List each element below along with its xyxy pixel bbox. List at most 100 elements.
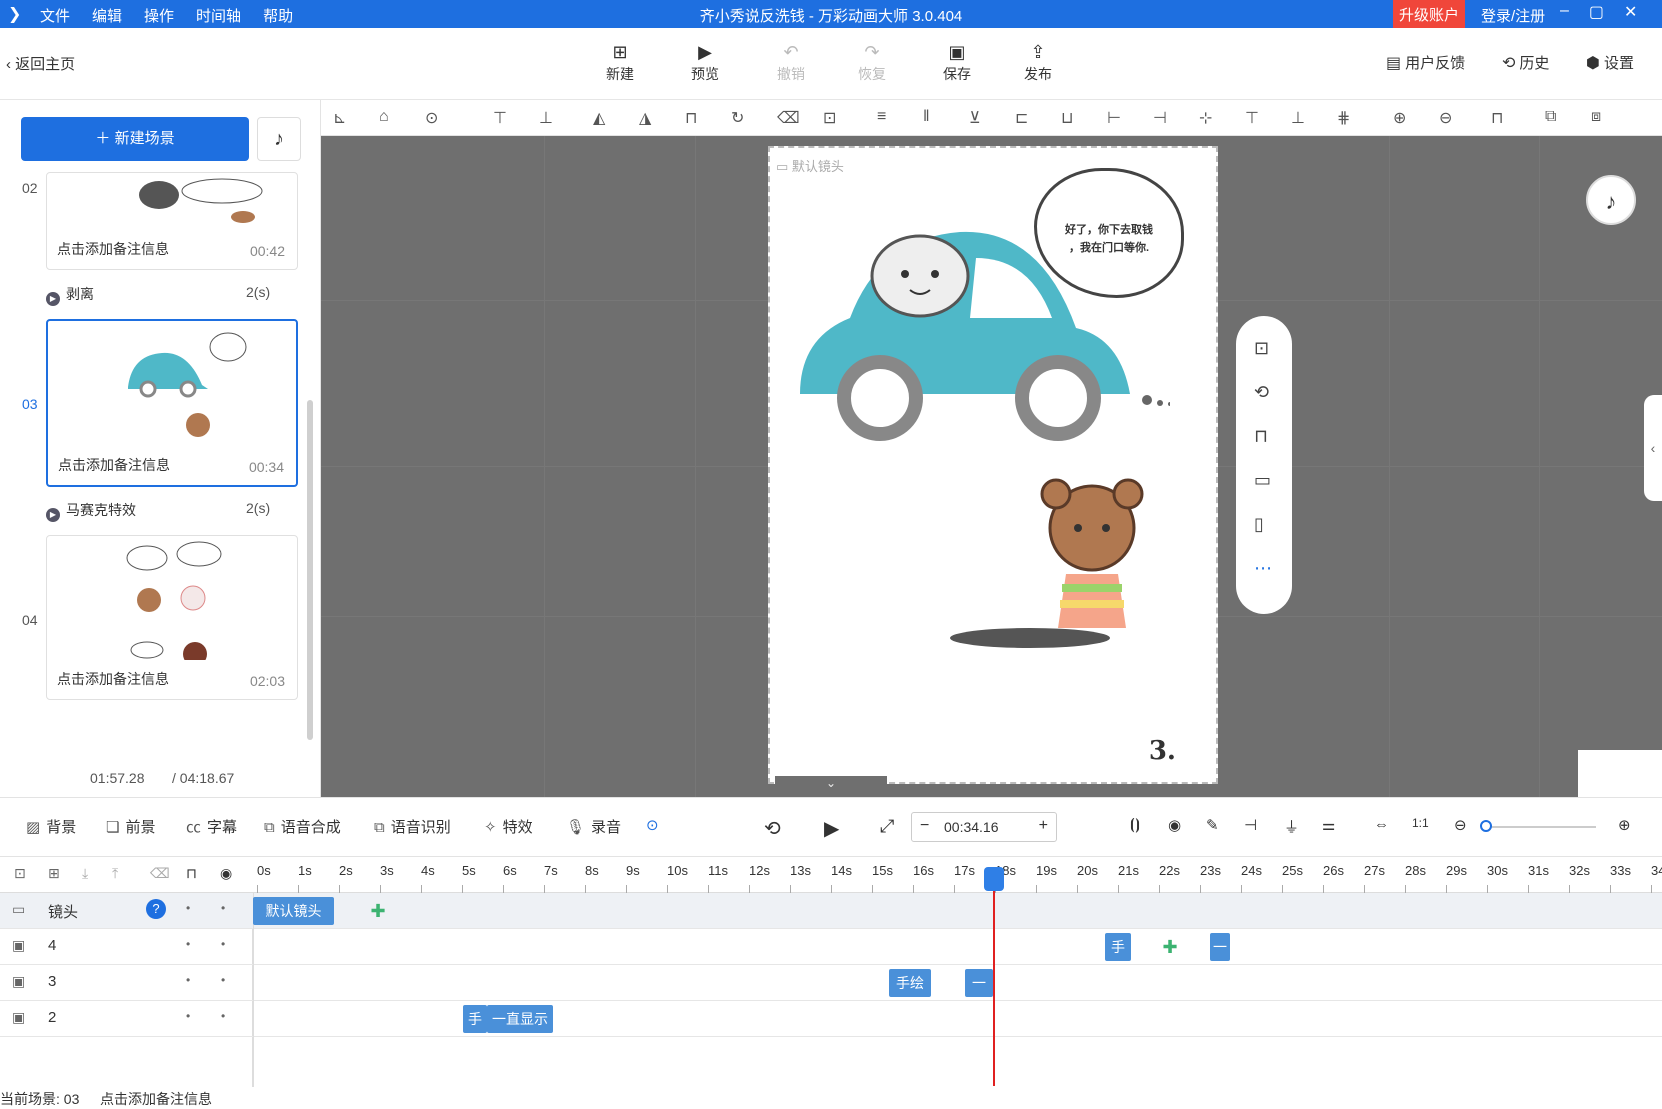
- track-camera[interactable]: ▭ 镜头 ? • •: [0, 893, 1662, 929]
- copy-icon[interactable]: ⧉: [1545, 108, 1556, 126]
- zoom-out-icon[interactable]: ⊖: [1454, 816, 1467, 834]
- transition-item[interactable]: ▶ 马赛克特效 2(s): [46, 500, 270, 522]
- paste-icon[interactable]: ⧈: [1591, 108, 1601, 126]
- camera-snap-icon[interactable]: ◉: [1168, 816, 1181, 834]
- visibility-dot[interactable]: •: [186, 901, 190, 915]
- track-3[interactable]: ▣ 3 • •: [0, 965, 1662, 1001]
- scene-scrollbar[interactable]: [307, 400, 313, 740]
- undo-button[interactable]: ↶ 撤销: [761, 40, 821, 84]
- align-vcenter-icon[interactable]: ⋕: [1337, 108, 1350, 128]
- scene-note[interactable]: 点击添加备注信息: [57, 239, 169, 259]
- lock-dot[interactable]: •: [221, 901, 225, 915]
- delete-icon[interactable]: ⌫: [150, 865, 170, 882]
- zoom-slider[interactable]: [1486, 826, 1596, 828]
- track3-clip-in[interactable]: 手绘: [889, 969, 931, 997]
- playhead-handle[interactable]: [984, 867, 1004, 891]
- track3-clip-out[interactable]: 一: [965, 969, 993, 997]
- visibility-dot[interactable]: •: [186, 1009, 190, 1023]
- flip-v-icon[interactable]: ◮: [639, 108, 651, 128]
- rotate-device-icon[interactable]: ⟲: [1254, 382, 1269, 403]
- distribute-h-icon[interactable]: ⊔: [1061, 108, 1073, 128]
- time-value[interactable]: 00:34.16: [944, 819, 999, 835]
- music-icon[interactable]: ♪: [257, 117, 301, 161]
- plus-icon[interactable]: +: [1039, 817, 1048, 835]
- eye-icon[interactable]: ◉: [220, 865, 232, 882]
- split-icon[interactable]: ⊣: [1244, 816, 1257, 834]
- minus-icon[interactable]: −: [920, 817, 929, 835]
- lock-icon[interactable]: ⊓: [685, 108, 697, 128]
- replay-icon[interactable]: ⟲: [764, 816, 781, 841]
- zoom-out-icon[interactable]: ⊖: [1439, 108, 1452, 128]
- distribute-icon[interactable]: ⊏: [1015, 108, 1028, 128]
- new-scene-button[interactable]: ＋ 新建场景: [21, 117, 249, 161]
- zoom-slider-knob[interactable]: [1480, 820, 1492, 832]
- delete-icon[interactable]: ⌫: [777, 108, 800, 128]
- align-left-icon[interactable]: ⊢: [1107, 108, 1121, 128]
- settings-button[interactable]: ⬢ 设置: [1586, 52, 1634, 73]
- align-base-icon[interactable]: ⊥: [1291, 108, 1305, 128]
- upgrade-button[interactable]: 升级账户: [1393, 0, 1466, 28]
- align-middle-icon[interactable]: ‖: [923, 108, 930, 126]
- chevron-down-icon[interactable]: ⌄: [775, 776, 887, 796]
- zoom-in-icon[interactable]: ⊕: [1618, 816, 1631, 834]
- align-hcenter-icon[interactable]: ⊹: [1199, 108, 1212, 128]
- stretch-icon[interactable]: ⇔: [1374, 816, 1389, 833]
- track-2[interactable]: ▣ 2 • •: [0, 1001, 1662, 1037]
- scene-note[interactable]: 点击添加备注信息: [58, 455, 170, 475]
- bear-illustration[interactable]: [950, 478, 1150, 658]
- lock-dot[interactable]: •: [221, 973, 225, 987]
- time-ruler[interactable]: 0s 1s 2s 3s 4s 5s 6s 7s 8s 9s 10s 11s 12s 13s 14s 15s 16…: [253, 857, 1662, 893]
- add-keyframe-icon[interactable]: ✚: [1160, 937, 1180, 957]
- new-folder-icon[interactable]: ⊞: [48, 865, 60, 882]
- fit-screen-icon[interactable]: ⊡: [1254, 338, 1269, 359]
- align-top-icon[interactable]: ⊤: [1245, 108, 1259, 128]
- bring-front-icon[interactable]: ⊤: [493, 108, 507, 128]
- back-home-link[interactable]: ‹ 返回主页: [6, 53, 75, 74]
- preview-button[interactable]: ▶ 预览: [675, 40, 735, 84]
- more-icon[interactable]: ⊙: [425, 108, 438, 128]
- add-folder-icon[interactable]: ⊡: [14, 865, 26, 882]
- lock-icon[interactable]: ⊓: [1254, 426, 1268, 447]
- history-button[interactable]: ⟲ 历史: [1502, 52, 1549, 73]
- login-link[interactable]: 登录/注册: [1481, 5, 1545, 26]
- ratio-icon[interactable]: 1:1: [1412, 816, 1429, 830]
- scene-card-03[interactable]: 点击添加备注信息 00:34: [46, 319, 298, 487]
- fit-icon[interactable]: ⦗⦘: [1130, 816, 1140, 833]
- music-icon[interactable]: ♪: [1586, 175, 1636, 225]
- scene-note[interactable]: 点击添加备注信息: [57, 669, 169, 689]
- track4-clip-out[interactable]: 一: [1210, 933, 1230, 961]
- more-icon[interactable]: ⊙: [646, 816, 659, 834]
- flip-h-icon[interactable]: ◭: [593, 108, 605, 128]
- home-icon[interactable]: ⌂: [379, 108, 389, 126]
- focus-icon[interactable]: ⊡: [823, 108, 836, 128]
- visibility-dot[interactable]: •: [186, 973, 190, 987]
- mini-thumbnail[interactable]: [1578, 750, 1662, 797]
- align-center-icon[interactable]: ≡: [877, 108, 886, 126]
- move-up-icon[interactable]: ⤒: [112, 865, 118, 882]
- playhead-line[interactable]: [993, 872, 995, 1086]
- subtitle-button[interactable]: ㏄字幕: [186, 816, 237, 837]
- help-icon[interactable]: ?: [146, 899, 166, 919]
- play-icon[interactable]: ▶: [824, 816, 839, 841]
- background-button[interactable]: ▨ 背景: [26, 816, 76, 837]
- camera-clip[interactable]: 默认镜头: [253, 897, 334, 925]
- publish-button[interactable]: ⇪ 发布: [1008, 40, 1068, 84]
- track2-clip-show[interactable]: 一直显示: [487, 1005, 553, 1033]
- scene-card-04[interactable]: 点击添加备注信息 02:03: [46, 535, 298, 700]
- asr-button[interactable]: ⧉ 语音识别: [374, 816, 451, 837]
- foreground-button[interactable]: ❏ 前景: [106, 816, 155, 837]
- minimize-icon[interactable]: –: [1560, 2, 1569, 22]
- scene-note-status[interactable]: 点击添加备注信息: [100, 1089, 212, 1109]
- feedback-button[interactable]: ▤ 用户反馈: [1386, 52, 1465, 73]
- send-back-icon[interactable]: ⊥: [539, 108, 553, 128]
- unlock-icon[interactable]: ⊓: [1491, 108, 1503, 128]
- new-button[interactable]: ⊞ 新建: [590, 40, 650, 84]
- save-button[interactable]: ▣ 保存: [927, 40, 987, 84]
- redo-button[interactable]: ↷ 恢复: [842, 40, 902, 84]
- lock-dot[interactable]: •: [221, 1009, 225, 1023]
- time-stepper[interactable]: − 00:34.16 +: [911, 812, 1057, 842]
- ruler-icon[interactable]: ⊾: [333, 108, 346, 128]
- lock-icon[interactable]: ⊓: [186, 865, 197, 882]
- record-button[interactable]: 🎙 录音: [566, 816, 621, 837]
- transition-item[interactable]: ▶ 剥离 2(s): [46, 284, 270, 306]
